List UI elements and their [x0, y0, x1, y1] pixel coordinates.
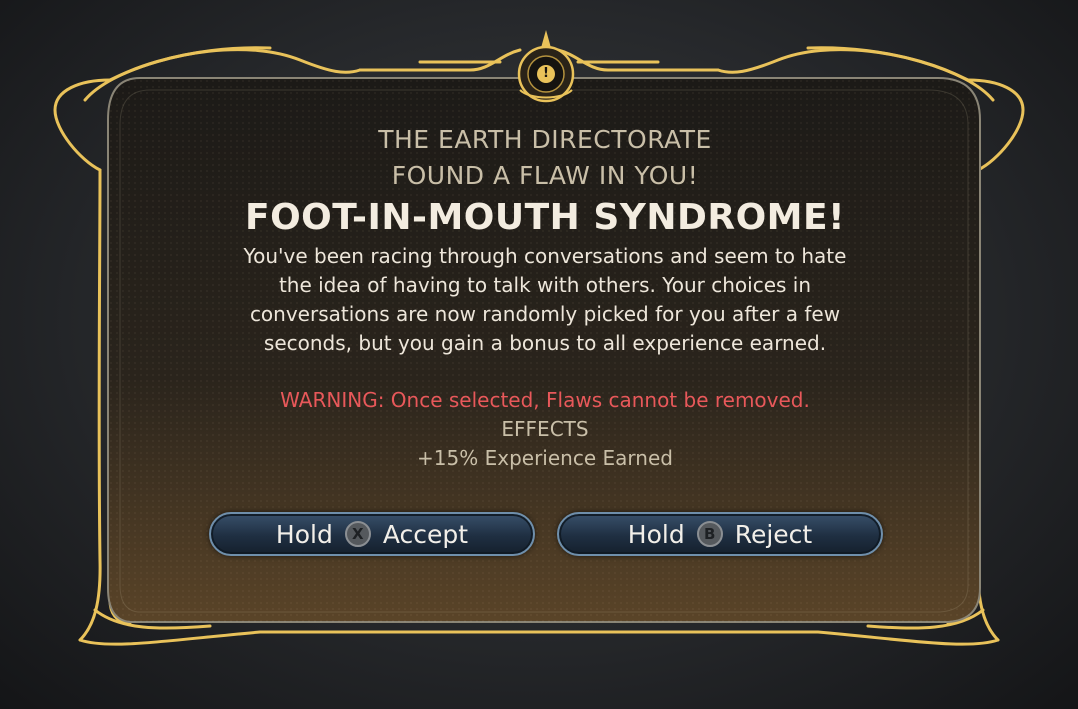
accept-button[interactable]: Hold X Accept — [209, 512, 535, 556]
warning-text: WARNING: Once selected, Flaws cannot be … — [280, 388, 810, 412]
heading-line-2: FOUND A FLAW IN YOU! — [391, 161, 699, 190]
reject-label: Reject — [734, 519, 813, 549]
reject-hold-label: Hold — [627, 519, 685, 549]
effects-label: EFFECTS — [501, 417, 589, 441]
b-button-icon: B — [696, 521, 723, 547]
reject-button[interactable]: Hold B Reject — [557, 512, 883, 556]
effect-item: +15% Experience Earned — [417, 446, 673, 470]
flaw-name: FOOT-IN-MOUTH SYNDROME! — [244, 197, 845, 238]
x-button-icon: X — [344, 521, 371, 547]
flaw-description: You've been racing through conversations… — [243, 244, 847, 355]
accept-label: Accept — [382, 519, 469, 549]
dialog-heading: THE EARTH DIRECTORATE FOUND A FLAW IN YO… — [180, 122, 910, 194]
heading-line-1: THE EARTH DIRECTORATE — [378, 125, 712, 154]
alert-icon: ! — [543, 66, 549, 81]
accept-hold-label: Hold — [275, 519, 333, 549]
